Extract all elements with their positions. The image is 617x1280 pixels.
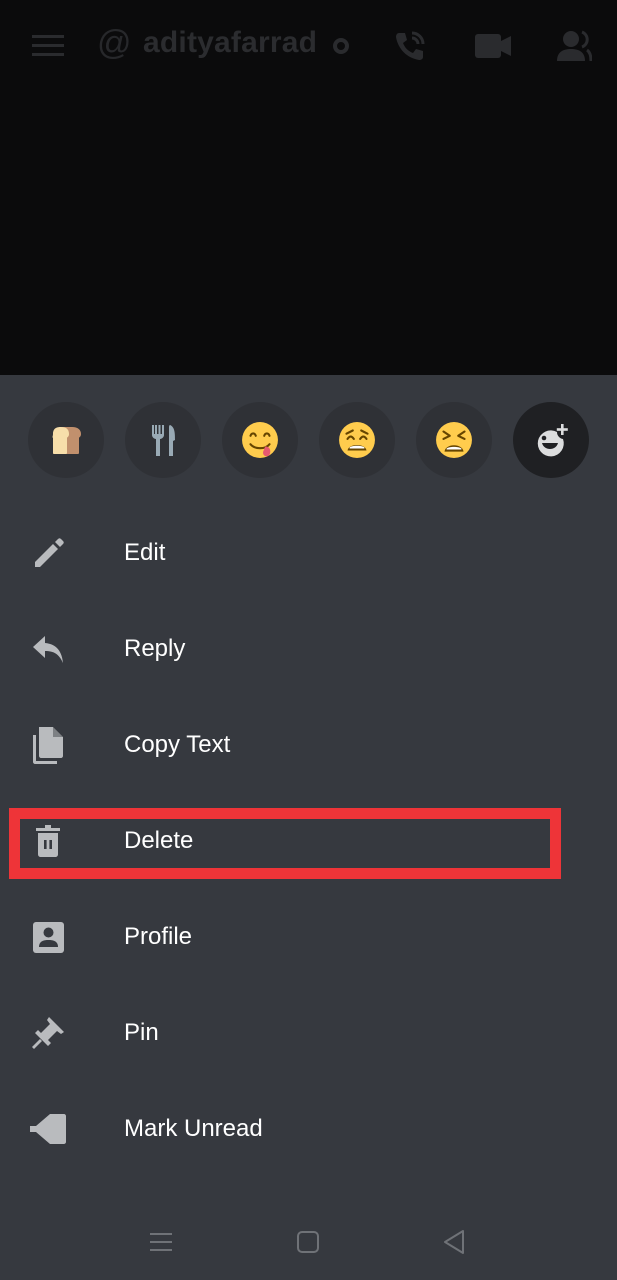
menu-item-mark-unread[interactable]: Mark Unread [0, 1081, 617, 1177]
menu-item-label: Edit [124, 539, 166, 566]
tired-face-emoji [436, 422, 472, 458]
add-reaction-button[interactable] [513, 402, 589, 478]
menu-item-copy-text[interactable]: Copy Text [0, 697, 617, 793]
bread-emoji [52, 427, 81, 454]
video-call-icon[interactable] [475, 28, 511, 64]
reaction-tired-face[interactable] [416, 402, 492, 478]
home-button[interactable] [292, 1226, 324, 1258]
menu-item-label: Mark Unread [124, 1115, 263, 1142]
reaction-bread[interactable] [28, 402, 104, 478]
quick-reactions-row [0, 402, 617, 478]
menu-item-delete[interactable]: Delete [0, 793, 617, 889]
menu-item-label: Copy Text [124, 731, 231, 758]
back-button[interactable] [438, 1226, 470, 1258]
home-icon [297, 1231, 319, 1253]
recent-apps-icon [150, 1233, 172, 1251]
pencil-icon [28, 533, 68, 573]
trash-icon [28, 821, 68, 861]
reply-icon [28, 629, 68, 669]
add-reaction-icon [537, 424, 568, 457]
at-symbol: @ [97, 24, 132, 62]
menu-item-label: Delete [124, 827, 194, 854]
menu-item-pin[interactable]: Pin [0, 985, 617, 1081]
yum-emoji [242, 422, 278, 458]
menu-item-label: Pin [124, 1019, 159, 1046]
recent-apps-button[interactable] [145, 1226, 177, 1258]
menu-item-label: Profile [124, 923, 193, 950]
channel-username[interactable]: adityafarrad [143, 26, 317, 60]
status-indicator-icon [333, 38, 349, 54]
menu-item-edit[interactable]: Edit [0, 505, 617, 601]
menu-item-profile[interactable]: Profile [0, 889, 617, 985]
menu-item-reply[interactable]: Reply [0, 601, 617, 697]
reaction-weary[interactable] [319, 402, 395, 478]
back-icon [444, 1230, 464, 1254]
member-list-icon[interactable] [556, 28, 592, 64]
menu-item-label: Reply [124, 635, 186, 662]
hamburger-menu-icon[interactable] [30, 28, 66, 64]
fork-knife-emoji [152, 425, 175, 456]
profile-icon [28, 917, 68, 957]
mark-unread-icon [28, 1109, 68, 1149]
copy-icon [28, 725, 68, 765]
weary-emoji [339, 422, 375, 458]
message-actions-sheet: Edit Reply Copy Text Delete Profile Pin … [0, 375, 617, 1280]
voice-call-icon[interactable] [392, 28, 428, 64]
system-navigation-bar [0, 1200, 617, 1280]
reaction-fork-and-knife[interactable] [125, 402, 201, 478]
chat-header: @ adityafarrad [0, 0, 617, 92]
pin-icon [28, 1013, 68, 1053]
reaction-yum[interactable] [222, 402, 298, 478]
